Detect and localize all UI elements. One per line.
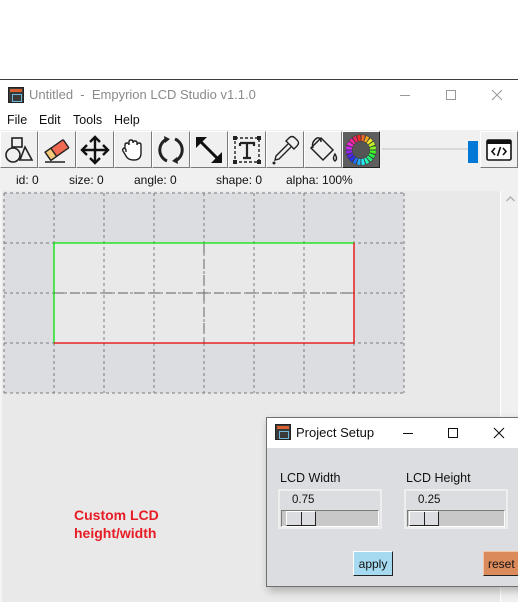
- status-id: id: 0: [16, 173, 39, 187]
- text-box-icon: [233, 135, 261, 164]
- lcd-width-slider[interactable]: [281, 510, 379, 527]
- move-arrows-icon: [80, 134, 110, 165]
- status-alpha: alpha: 100%: [286, 173, 353, 187]
- lcd-height-slider-thumb[interactable]: [409, 511, 439, 526]
- color-wheel-center: [352, 141, 370, 158]
- menu-bar: File Edit Tools Help: [0, 110, 518, 130]
- menu-help[interactable]: Help: [114, 113, 140, 127]
- maximize-button[interactable]: [428, 80, 474, 110]
- dialog-minimize-button[interactable]: [385, 418, 431, 448]
- lcd-width-label: LCD Width: [280, 471, 341, 485]
- menu-tools[interactable]: Tools: [73, 113, 102, 127]
- shapes-tool-button[interactable]: [0, 131, 38, 168]
- alpha-slider-track: [382, 148, 472, 150]
- toolbar: [0, 130, 518, 169]
- pan-tool-button[interactable]: [114, 131, 152, 168]
- minimize-button[interactable]: [382, 80, 428, 110]
- annotation-line-2: height/width: [74, 525, 157, 541]
- color-tool-button[interactable]: [342, 131, 380, 168]
- color-wheel-icon: [345, 134, 377, 165]
- dialog-close-button[interactable]: [476, 418, 518, 448]
- dialog-title-bar[interactable]: Project Setup: [267, 418, 518, 448]
- status-shape: shape: 0: [216, 173, 263, 187]
- rotate-icon: [158, 135, 184, 164]
- maximize-icon: [448, 428, 458, 438]
- fill-tool-button[interactable]: [304, 131, 342, 168]
- paint-bucket-icon: [309, 136, 338, 162]
- app-icon: [8, 87, 24, 103]
- shapes-icon: [5, 136, 34, 163]
- eyedropper-icon: [272, 135, 300, 164]
- minimize-icon: [403, 432, 413, 434]
- menu-file[interactable]: File: [7, 113, 27, 127]
- hand-icon: [121, 138, 142, 161]
- lcd-width-value: 0.75: [292, 494, 315, 506]
- lcd-width-field: 0.75: [278, 489, 382, 529]
- eraser-icon: [44, 138, 70, 163]
- lcd-height-slider[interactable]: [407, 510, 505, 527]
- dialog-maximize-button[interactable]: [430, 418, 476, 448]
- reset-button[interactable]: reset: [483, 551, 518, 576]
- code-window-icon: [486, 138, 512, 161]
- close-button[interactable]: [474, 80, 518, 110]
- lcd-height-label: LCD Height: [406, 471, 471, 485]
- eyedropper-tool-button[interactable]: [266, 131, 304, 168]
- annotation-line-1: Custom LCD: [74, 507, 159, 523]
- resize-arrow-icon: [196, 136, 222, 163]
- alpha-slider[interactable]: [382, 133, 478, 163]
- lcd-height-value: 0.25: [418, 494, 441, 506]
- status-bar: id: 0 size: 0 angle: 0 shape: 0 alpha: 1…: [0, 169, 518, 191]
- lcd-height-field: 0.25: [404, 489, 508, 529]
- lcd-width-slider-thumb[interactable]: [286, 511, 316, 526]
- resize-tool-button[interactable]: [190, 131, 228, 168]
- window-title: Untitled - Empyrion LCD Studio v1.1.0: [29, 87, 256, 102]
- eraser-tool-button[interactable]: [38, 131, 76, 168]
- close-icon: [493, 427, 505, 439]
- project-setup-dialog: Project Setup LCD Width 0.75 LCD Height …: [266, 417, 518, 587]
- close-icon: [491, 89, 503, 101]
- text-tool-button[interactable]: [228, 131, 266, 168]
- alpha-slider-thumb[interactable]: [468, 141, 478, 163]
- maximize-icon: [446, 90, 456, 100]
- menu-edit[interactable]: Edit: [39, 113, 61, 127]
- code-view-button[interactable]: [480, 131, 518, 168]
- title-bar[interactable]: Untitled - Empyrion LCD Studio v1.1.0: [0, 80, 518, 110]
- minimize-icon: [400, 94, 410, 96]
- rotate-tool-button[interactable]: [152, 131, 190, 168]
- dialog-title: Project Setup: [296, 425, 375, 440]
- annotation-label: Custom LCD height/width: [74, 506, 159, 542]
- dialog-app-icon: [275, 424, 291, 440]
- scroll-up-arrow-icon[interactable]: [505, 195, 516, 204]
- apply-button[interactable]: apply: [353, 551, 393, 576]
- status-angle: angle: 0: [134, 173, 177, 187]
- move-tool-button[interactable]: [76, 131, 114, 168]
- status-size: size: 0: [69, 173, 104, 187]
